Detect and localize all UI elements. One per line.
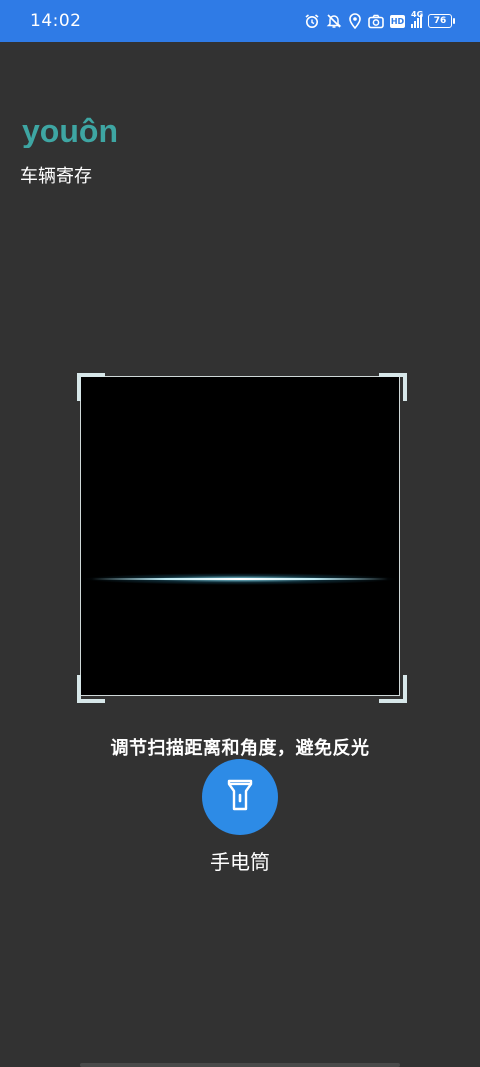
scan-viewfinder [80,376,400,696]
viewfinder-corner-top-left [77,373,105,401]
flashlight-label[interactable]: 手电筒 [0,846,480,875]
location-icon [348,13,362,29]
status-time: 14:02 [30,11,82,31]
gesture-nav-bar[interactable] [80,1063,400,1067]
scan-hint: 调节扫描距离和角度，避免反光 [110,738,370,759]
app-root: 14:02 HD 4G 76 youôn 车辆寄存 调节扫描距离和角度，避免反光… [0,0,480,1067]
status-bar: 14:02 HD 4G 76 [0,0,480,42]
scan-line [82,573,398,585]
mute-icon [326,13,342,29]
youon-logo: youôn [22,108,132,149]
battery-icon: 76 [428,14,455,28]
viewfinder-corner-top-right [379,373,407,401]
status-icons: HD 4G 76 [304,10,455,31]
viewfinder-corner-bottom-left [77,675,105,703]
network-type-label: 4G [411,10,424,19]
page-title: 车辆寄存 [20,166,92,187]
viewfinder-corner-bottom-right [379,675,407,703]
flashlight-button[interactable] [202,759,278,835]
battery-level: 76 [433,16,447,26]
signal-icon: 4G [411,10,423,28]
hd-badge: HD [390,14,405,28]
camera-icon [368,14,384,29]
flashlight-icon [225,778,255,816]
alarm-icon [304,13,320,29]
logo-text: youôn [22,113,118,148]
